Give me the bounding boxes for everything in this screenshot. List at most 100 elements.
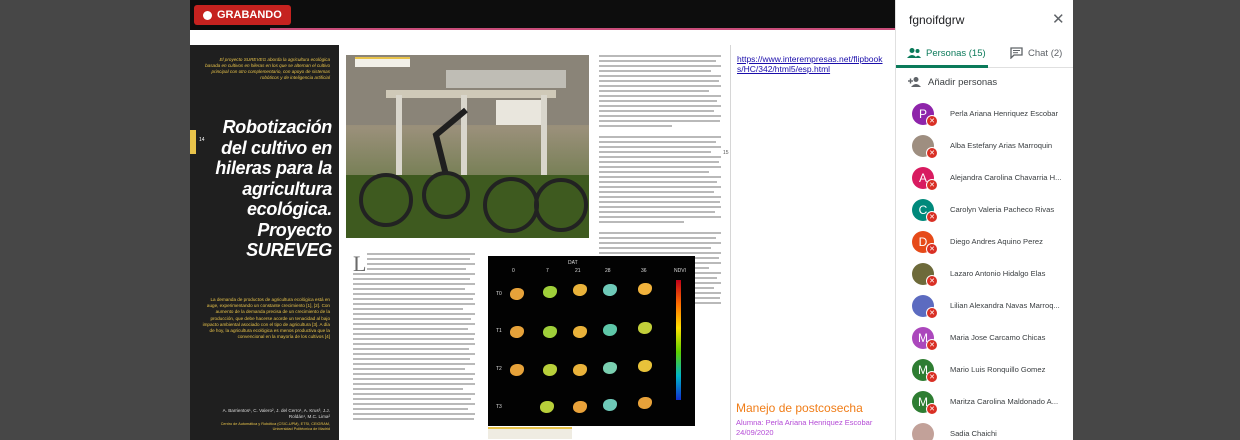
participant-row[interactable]: M ✕ Mario Luis Ronquillo Gomez: [896, 354, 1073, 386]
add-people-button[interactable]: Añadir personas: [908, 76, 997, 88]
day-label: 7: [546, 268, 549, 274]
row-label: T0: [496, 291, 502, 297]
student-name: Alumna: Perla Ariana Henriquez Escobar: [736, 418, 873, 427]
slide-date: 24/09/2020: [736, 428, 774, 437]
participant-name: Maria Jose Carcamo Chicas: [950, 333, 1046, 342]
mic-off-icon: ✕: [926, 115, 938, 127]
desktop-background: GRABANDO El proyecto SUREVEG aborda la a…: [0, 0, 1240, 440]
ndvi-colorbar: [676, 280, 681, 400]
shared-presentation: El proyecto SUREVEG aborda la agricultur…: [190, 30, 895, 440]
colorbar-label: NDVI: [674, 268, 686, 274]
participant-name: Sadia Chaichi: [950, 429, 997, 438]
plant-sample: [573, 284, 587, 296]
add-person-icon: [908, 77, 921, 87]
row-label: T3: [496, 404, 502, 410]
plant-sample: [638, 322, 652, 334]
mic-off-icon: ✕: [926, 147, 938, 159]
mic-off-icon: ✕: [926, 371, 938, 383]
participant-row[interactable]: Sadia Chaichi: [896, 418, 1073, 440]
mic-off-icon: ✕: [926, 339, 938, 351]
mic-off-icon: ✕: [926, 243, 938, 255]
plant-sample: [638, 397, 652, 409]
page-number-left: 14: [199, 137, 205, 143]
page-marker-left: 14: [190, 130, 205, 154]
day-label: 0: [512, 268, 515, 274]
article-authors: A. Barrientos¹, C. Valero², J. del Cerro…: [222, 408, 330, 419]
panel-tabs: Personas (15) Chat (2): [896, 38, 1073, 68]
participant-row[interactable]: C ✕ Carolyn Valeria Pacheco Rivas: [896, 194, 1073, 226]
participant-row[interactable]: ✕ Lazaro Antonio Hidalgo Elas: [896, 258, 1073, 290]
robot-photo: [346, 55, 589, 238]
participant-name: Lilian Alexandra Navas Marroq...: [950, 301, 1060, 310]
plant-sample: [543, 286, 557, 298]
participant-name: Mario Luis Ronquillo Gomez: [950, 365, 1046, 374]
plant-sample: [573, 364, 587, 376]
participant-name: Alejandra Carolina Chavarria H...: [950, 173, 1062, 182]
recording-badge: GRABANDO: [194, 5, 291, 25]
chat-icon: [1010, 47, 1023, 59]
recording-label: GRABANDO: [217, 9, 282, 21]
figure-header: DAT: [568, 260, 578, 266]
magazine-body: L DAT 0 7 21 28 36 T0 T1 T2 T3 NDVI 15: [339, 45, 730, 440]
day-label: 21: [575, 268, 581, 274]
article-title: Robotización del cultivo en hileras para…: [215, 117, 332, 260]
tab-chat[interactable]: Chat (2): [1010, 38, 1062, 68]
people-icon: [907, 48, 921, 58]
plant-sample: [543, 364, 557, 376]
participant-row[interactable]: M ✕ Maria Jose Carcamo Chicas: [896, 322, 1073, 354]
plant-sample: [510, 288, 524, 300]
participant-name: Alba Estefany Arias Marroquin: [950, 141, 1053, 150]
article-affiliation: Centro de Automática y Robótica (CSIC-UP…: [220, 422, 330, 431]
participant-row[interactable]: D ✕ Diego Andres Aquino Perez: [896, 226, 1073, 258]
tab-people-label: Personas (15): [926, 47, 986, 59]
mic-off-icon: ✕: [926, 275, 938, 287]
meeting-top-bar: GRABANDO: [190, 0, 895, 30]
participant-row[interactable]: ✕ Alba Estefany Arias Marroquin: [896, 130, 1073, 162]
day-label: 28: [605, 268, 611, 274]
avatar: [912, 423, 934, 440]
figure-caption: [488, 427, 572, 439]
mic-off-icon: ✕: [926, 403, 938, 415]
participant-name: Diego Andres Aquino Perez: [950, 237, 1043, 246]
mic-off-icon: ✕: [926, 307, 938, 319]
plant-sample: [540, 401, 554, 413]
participant-name: Carolyn Valeria Pacheco Rivas: [950, 205, 1055, 214]
mic-off-icon: ✕: [926, 211, 938, 223]
participant-row[interactable]: P ✕ Perla Ariana Henriquez Escobar: [896, 98, 1073, 130]
slide-title: Manejo de postcosecha: [736, 401, 863, 415]
meet-window: GRABANDO El proyecto SUREVEG aborda la a…: [190, 0, 1073, 440]
participant-row[interactable]: A ✕ Alejandra Carolina Chavarria H...: [896, 162, 1073, 194]
plant-sample: [573, 326, 587, 338]
page-number-right: 15: [723, 150, 729, 156]
photo-caption: [355, 57, 410, 67]
participant-name: Lazaro Antonio Hidalgo Elas: [950, 269, 1046, 278]
article-text-left: L: [353, 251, 475, 423]
participant-row[interactable]: ✕ Lilian Alexandra Navas Marroq...: [896, 290, 1073, 322]
flipbook-link[interactable]: https://www.interempresas.net/flipbooks/…: [737, 54, 887, 74]
day-label: 36: [641, 268, 647, 274]
plant-sample: [603, 324, 617, 336]
plant-sample: [603, 284, 617, 296]
magazine-left-column: El proyecto SUREVEG aborda la agricultur…: [190, 45, 339, 440]
plant-sample: [603, 362, 617, 374]
meeting-code: fgnoifdgrw: [909, 13, 965, 27]
plant-growth-figure: DAT 0 7 21 28 36 T0 T1 T2 T3 NDVI: [488, 256, 695, 426]
active-tab-indicator: [896, 65, 988, 68]
slide-notes: https://www.interempresas.net/flipbooks/…: [730, 45, 895, 440]
people-panel: fgnoifdgrw ✕ Personas (15) Chat (2) Añad…: [895, 0, 1073, 440]
robot-photo-illustration: [346, 55, 589, 238]
row-label: T2: [496, 366, 502, 372]
record-dot-icon: [203, 10, 212, 20]
plant-sample: [638, 283, 652, 295]
participant-row[interactable]: M ✕ Maritza Carolina Maldonado A...: [896, 386, 1073, 418]
participant-name: Maritza Carolina Maldonado A...: [950, 397, 1059, 406]
tab-people[interactable]: Personas (15): [907, 38, 986, 68]
article-intro: El proyecto SUREVEG aborda la agricultur…: [205, 57, 330, 80]
article-abstract: La demanda de productos de agricultura e…: [202, 297, 330, 340]
close-icon[interactable]: ✕: [1052, 10, 1065, 28]
plant-sample: [638, 360, 652, 372]
plant-sample: [573, 401, 587, 413]
mic-off-icon: ✕: [926, 179, 938, 191]
tab-chat-label: Chat (2): [1028, 47, 1063, 59]
participant-name: Perla Ariana Henriquez Escobar: [950, 109, 1059, 118]
